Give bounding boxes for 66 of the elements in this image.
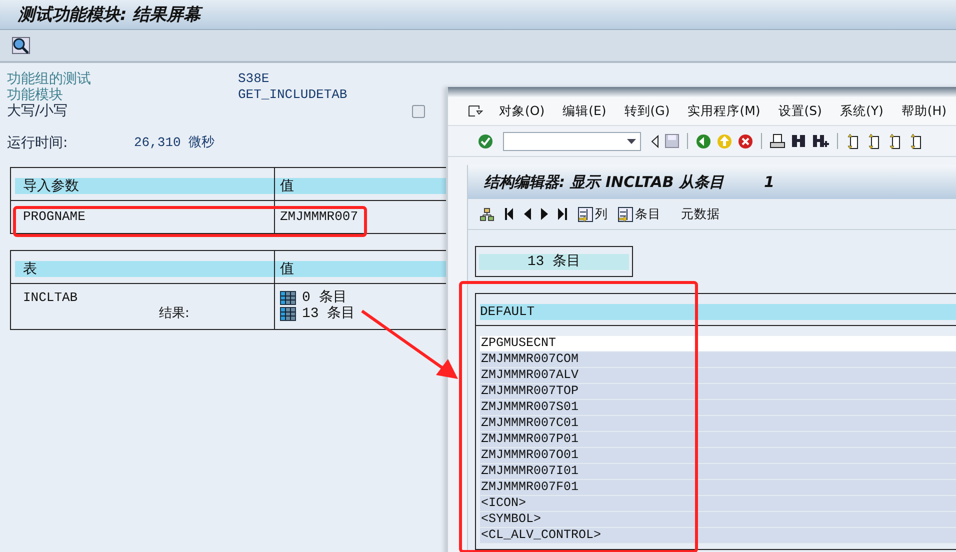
result-label: 结果: [158,306,190,322]
entry-count-link[interactable]: 0 条目 [302,290,347,306]
list-row[interactable]: ZMJMMMR007TOP [480,384,956,400]
menu-item[interactable]: 系统(Y) [838,102,886,120]
field-label: 功能模块 [7,87,64,103]
toolbar-button[interactable]: 列 [578,206,608,222]
binoculars-plus-icon[interactable] [812,134,829,148]
toolbar-button[interactable]: 条目 [618,206,661,222]
list-row[interactable]: <CL_ALV_CONTROL> [480,528,956,544]
list-row[interactable]: ZMJMMMR007ALV [480,368,956,384]
field-label: 大写/小写 [7,103,69,119]
back-icon[interactable] [696,134,711,148]
list-row[interactable]: ZMJMMMR007I01 [480,464,956,480]
list-row[interactable]: ZMJMMMR007COM [480,352,956,368]
list-row[interactable]: ZMJMMMR007P01 [480,432,956,448]
next-page-icon[interactable] [541,208,548,220]
menu-item[interactable]: 实用程序(M) [686,102,762,120]
menu-icon[interactable] [468,105,483,117]
page-icon[interactable] [888,134,903,148]
entry-count-link[interactable]: 13 条目 [302,306,356,322]
checkmark-icon[interactable] [478,134,493,148]
column-header: 表 [15,261,274,277]
list-row[interactable]: ZMJMMMR007F01 [480,480,956,496]
dropdown-caret-icon[interactable] [627,138,636,144]
list-row[interactable]: ZPGMUSECNT [480,336,956,352]
list-row[interactable]: ZMJMMMR007O01 [480,448,956,464]
previous-page-icon[interactable] [524,208,531,220]
table-cell: PROGNAME [23,209,86,224]
entry-number: 1 [764,173,774,191]
table-icon [280,291,296,305]
last-page-icon[interactable] [558,208,568,220]
entry-count: 13 条目 [479,254,629,270]
page-icon[interactable] [846,134,861,148]
checkbox[interactable] [412,105,425,118]
list-row[interactable]: <SYMBOL> [480,512,956,528]
list-row[interactable]: <ICON> [480,496,956,512]
menu-item[interactable]: 帮助(H) [899,102,948,120]
page-icon[interactable] [909,134,924,148]
table-icon [280,307,296,321]
page-icon[interactable] [867,134,882,148]
menu-item[interactable]: 编辑(E) [560,102,608,120]
menu-item[interactable]: 设置(S) [776,102,824,120]
list-row[interactable]: ZMJMMMR007S01 [480,400,956,416]
column-header: DEFAULT [480,304,956,320]
menu-item[interactable]: 对象(O) [497,102,547,120]
save-icon [665,134,679,148]
menu-item[interactable]: 转到(G) [622,102,672,120]
runtime-value: 26,310 微秒 [134,135,215,151]
panel-title: 结构编辑器: 显示 INCLTAB 从条目 [484,172,724,192]
magnifier-icon[interactable] [12,37,30,54]
binoculars-icon[interactable] [791,134,806,148]
table-cell: INCLTAB [23,290,78,305]
cancel-icon[interactable] [738,134,753,148]
print-icon[interactable] [770,134,785,148]
window-title: 测试功能模块: 结果屏幕 [18,4,201,26]
toolbar-button[interactable]: 元数据 [681,206,720,222]
field-value: S38E [238,71,270,87]
first-page-icon[interactable] [504,208,514,220]
runtime-label: 运行时间: [7,135,69,151]
command-field[interactable] [503,132,641,150]
field-value: GET_INCLUDETAB [238,87,348,103]
hierarchy-icon[interactable] [480,208,494,220]
back-triangle-icon[interactable] [651,134,659,148]
field-label: 功能组的测试 [7,71,92,87]
list-row[interactable]: ZMJMMMR007C01 [480,416,956,432]
column-header: 导入参数 [15,178,274,194]
